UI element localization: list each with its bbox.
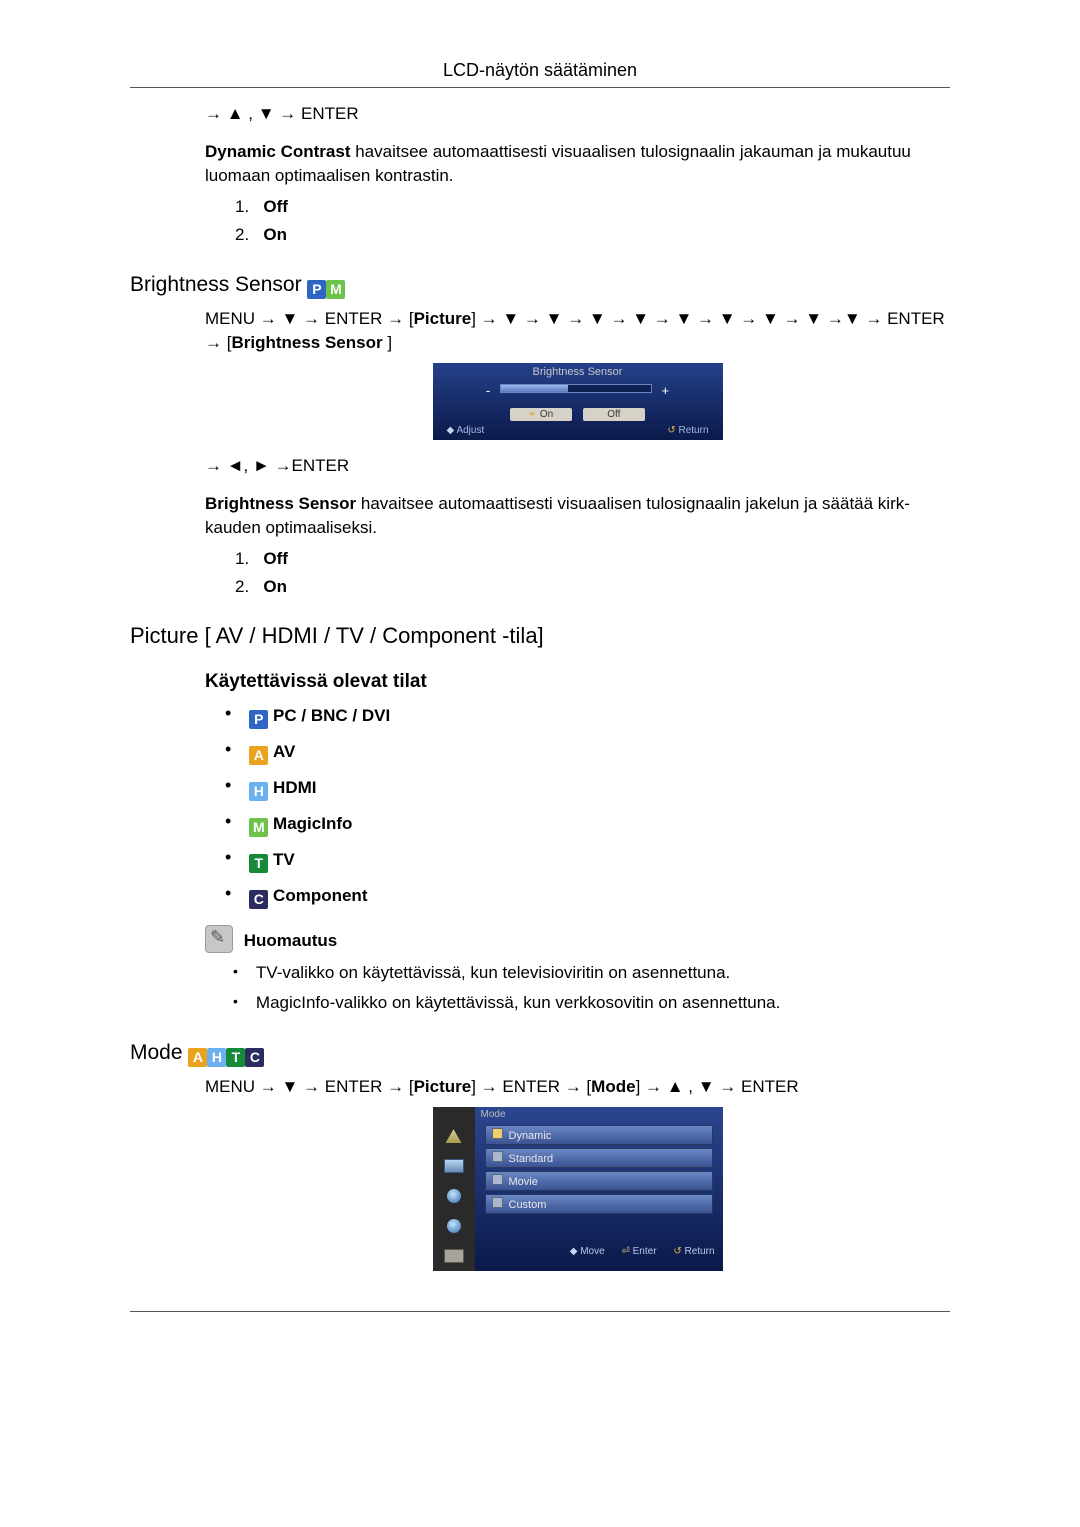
m-icon: M xyxy=(249,818,268,837)
mode-item-tv: T TV xyxy=(225,847,950,873)
osd-side-icons xyxy=(433,1107,475,1271)
side-icon xyxy=(444,1249,464,1263)
mode-item-av: A AV xyxy=(225,739,950,765)
osd-option-dynamic: Dynamic xyxy=(485,1125,713,1145)
dynamic-contrast-list: 1. Off 2. On xyxy=(235,197,950,245)
osd-footer: ◆ Move ⏎ Enter ↺ Return xyxy=(475,1243,723,1260)
dynamic-contrast-paragraph: Dynamic Contrast havaitsee automaattises… xyxy=(205,140,950,188)
list-item: 2. On xyxy=(235,225,950,245)
mode-heading: Mode AHTC xyxy=(130,1041,950,1067)
t-icon: T xyxy=(249,854,268,873)
page-header: LCD-näytön säätäminen xyxy=(130,60,950,81)
nav-sequence-2: → ◄, ► →ENTER xyxy=(205,454,950,478)
available-modes-heading: Käytettävissä olevat tilat xyxy=(205,671,950,693)
brightness-sensor-heading: Brightness Sensor PM xyxy=(130,273,950,299)
picture-heading: Picture [ AV / HDMI / TV / Component -ti… xyxy=(130,623,950,649)
document-page: LCD-näytön säätäminen → ▲ , ▼ → ENTER Dy… xyxy=(0,0,1080,1527)
osd-option-standard: Standard xyxy=(485,1148,713,1168)
nav-sequence-1: → ▲ , ▼ → ENTER xyxy=(205,102,950,126)
mode-path: MENU → ▼ → ENTER → [Picture] → ENTER → [… xyxy=(205,1075,950,1099)
osd-return-label: ↺ Return xyxy=(667,425,708,436)
brightness-description: Brightness Sensor havaitsee automaattise… xyxy=(205,492,950,540)
m-icon: M xyxy=(326,280,345,299)
c-icon: C xyxy=(245,1048,264,1067)
osd-off-button: Off xyxy=(583,408,645,421)
mode-item-hdmi: H HDMI xyxy=(225,775,950,801)
mode-item-pc: P PC / BNC / DVI xyxy=(225,703,950,729)
side-icon xyxy=(444,1159,464,1173)
osd-mode-head: Mode xyxy=(475,1107,723,1122)
list-item: 2. On xyxy=(235,577,950,597)
osd-on-button: ►On xyxy=(510,408,572,421)
mode-osd: Mode Dynamic Standard Movie Custom ◆ Mov… xyxy=(433,1107,723,1271)
a-icon: A xyxy=(188,1048,207,1067)
list-item: 1. Off xyxy=(235,549,950,569)
header-rule xyxy=(130,87,950,88)
osd-title: Brightness Sensor xyxy=(433,363,723,381)
osd-option-custom: Custom xyxy=(485,1194,713,1214)
t-icon: T xyxy=(226,1048,245,1067)
note-item: MagicInfo-valikko on käytettävissä, kun … xyxy=(233,993,950,1013)
osd-adjust-label: ◆ Adjust xyxy=(447,425,485,436)
mode-item-component: C Component xyxy=(225,883,950,909)
side-icon xyxy=(447,1189,461,1203)
brightness-osd: Brightness Sensor - + ►On Off ◆ Adjust ↺… xyxy=(433,363,723,440)
brightness-list: 1. Off 2. On xyxy=(235,549,950,597)
c-icon: C xyxy=(249,890,268,909)
note-item: TV-valikko on käytettävissä, kun televis… xyxy=(233,963,950,983)
dynamic-contrast-bold: Dynamic Contrast xyxy=(205,142,350,161)
osd-option-movie: Movie xyxy=(485,1171,713,1191)
p-icon: P xyxy=(307,280,326,299)
brightness-path: MENU → ▼ → ENTER → [Picture] → ▼ → ▼ → ▼… xyxy=(205,307,950,355)
footer-rule xyxy=(130,1311,950,1312)
h-icon: H xyxy=(207,1048,226,1067)
a-icon: A xyxy=(249,746,268,765)
list-item: 1. Off xyxy=(235,197,950,217)
h-icon: H xyxy=(249,782,268,801)
p-icon: P xyxy=(249,710,268,729)
osd-slider: - + xyxy=(433,381,723,402)
mode-item-magicinfo: M MagicInfo xyxy=(225,811,950,837)
side-icon xyxy=(446,1129,462,1143)
side-icon xyxy=(447,1219,461,1233)
note-icon xyxy=(205,925,233,953)
note-heading: Huomautus xyxy=(205,925,950,953)
